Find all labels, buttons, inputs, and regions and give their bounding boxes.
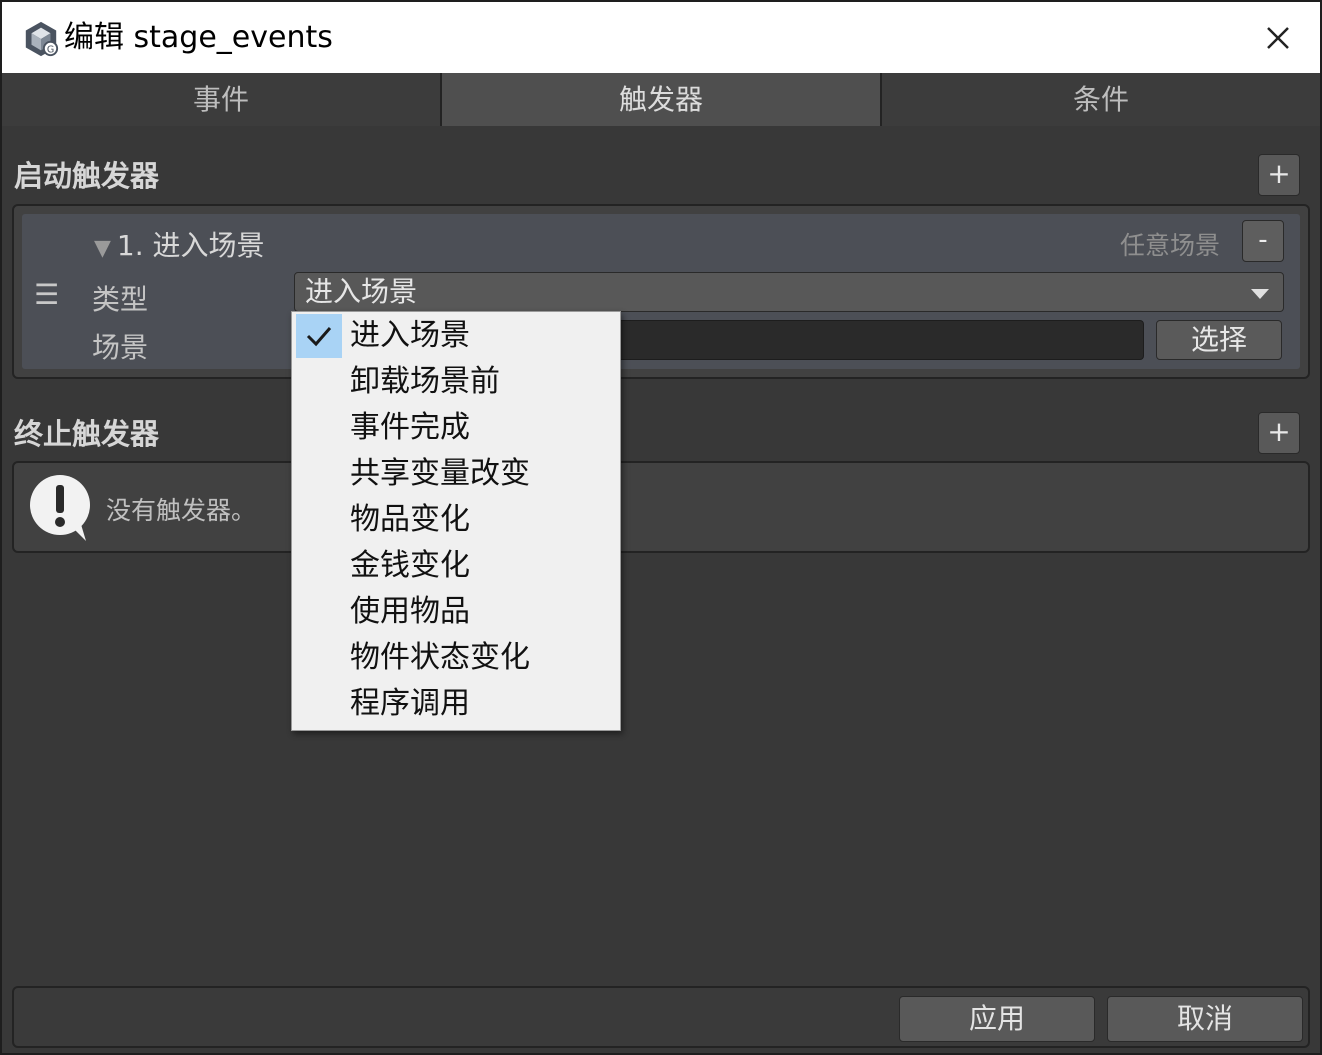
dropdown-option[interactable]: 共享变量改变: [292, 450, 620, 496]
unity-logo-icon: G: [25, 21, 59, 57]
dropdown-option-label: 进入场景: [350, 318, 470, 353]
chevron-down-icon: [1251, 289, 1269, 299]
editor-window: G 编辑 stage_events 事件 触发器 条件 启动触发器 + ▼ 1. …: [0, 0, 1322, 1055]
dropdown-option[interactable]: 金钱变化: [292, 542, 620, 588]
type-dropdown-menu: 进入场景 卸载场景前 事件完成 共享变量改变 物品变化 金钱变化 使用物品 物件…: [291, 311, 621, 731]
window-title: 编辑 stage_events: [64, 20, 333, 55]
remove-trigger-button[interactable]: -: [1242, 220, 1284, 262]
type-select-value: 进入场景: [305, 275, 418, 308]
title-bar: G 编辑 stage_events: [2, 2, 1320, 73]
dropdown-option[interactable]: 物件状态变化: [292, 634, 620, 680]
dropdown-option-label: 物件状态变化: [350, 640, 530, 675]
dropdown-option-label: 物品变化: [350, 502, 470, 537]
dropdown-option[interactable]: 使用物品: [292, 588, 620, 634]
add-start-trigger-button[interactable]: +: [1258, 154, 1300, 196]
footer-bar: 应用 取消: [12, 986, 1310, 1048]
dropdown-option[interactable]: 程序调用: [292, 680, 620, 726]
stop-triggers-title: 终止触发器: [14, 417, 160, 451]
dropdown-option-label: 金钱变化: [350, 548, 470, 583]
trigger-item: ▼ 1. 进入场景 任意场景 - ☰ 类型 进入场景 场景 选择: [22, 214, 1300, 369]
type-label: 类型: [92, 283, 149, 316]
drag-handle-icon[interactable]: ☰: [34, 278, 59, 311]
add-stop-trigger-button[interactable]: +: [1258, 412, 1300, 454]
start-triggers-panel: ▼ 1. 进入场景 任意场景 - ☰ 类型 进入场景 场景 选择: [12, 204, 1310, 379]
dropdown-option-label: 事件完成: [350, 410, 470, 445]
svg-text:G: G: [47, 44, 54, 55]
apply-button[interactable]: 应用: [899, 996, 1095, 1042]
type-select[interactable]: 进入场景: [294, 272, 1284, 312]
close-button[interactable]: [1258, 18, 1298, 58]
dropdown-option[interactable]: 事件完成: [292, 404, 620, 450]
trigger-item-header[interactable]: ▼ 1. 进入场景: [94, 224, 265, 264]
tab-conditions[interactable]: 条件: [882, 73, 1320, 126]
dropdown-option-label: 程序调用: [350, 686, 470, 721]
dropdown-option[interactable]: 卸载场景前: [292, 358, 620, 404]
dropdown-option-label: 共享变量改变: [350, 456, 530, 491]
choose-scene-button[interactable]: 选择: [1156, 320, 1282, 360]
tab-events[interactable]: 事件: [2, 73, 442, 126]
collapse-arrow-icon[interactable]: ▼: [94, 236, 111, 261]
start-triggers-title: 启动触发器: [14, 159, 160, 193]
scene-label: 场景: [92, 331, 149, 364]
no-triggers-message: 没有触发器。: [106, 496, 257, 525]
dropdown-option[interactable]: 物品变化: [292, 496, 620, 542]
trigger-item-title: 1. 进入场景: [116, 229, 265, 262]
tab-triggers[interactable]: 触发器: [442, 73, 882, 126]
stop-triggers-panel: 没有触发器。: [12, 461, 1310, 553]
checkmark-icon: [306, 327, 332, 347]
dropdown-option-label: 卸载场景前: [350, 364, 500, 399]
dropdown-option[interactable]: 进入场景: [292, 312, 620, 358]
cancel-button[interactable]: 取消: [1107, 996, 1303, 1042]
close-icon: [1267, 27, 1289, 49]
trigger-item-scope: 任意场景: [1119, 231, 1220, 260]
selected-highlight: [296, 314, 342, 358]
dropdown-option-label: 使用物品: [350, 594, 470, 629]
tab-bar: 事件 触发器 条件: [2, 73, 1320, 126]
exclamation-speech-bubble-icon: [30, 475, 90, 541]
